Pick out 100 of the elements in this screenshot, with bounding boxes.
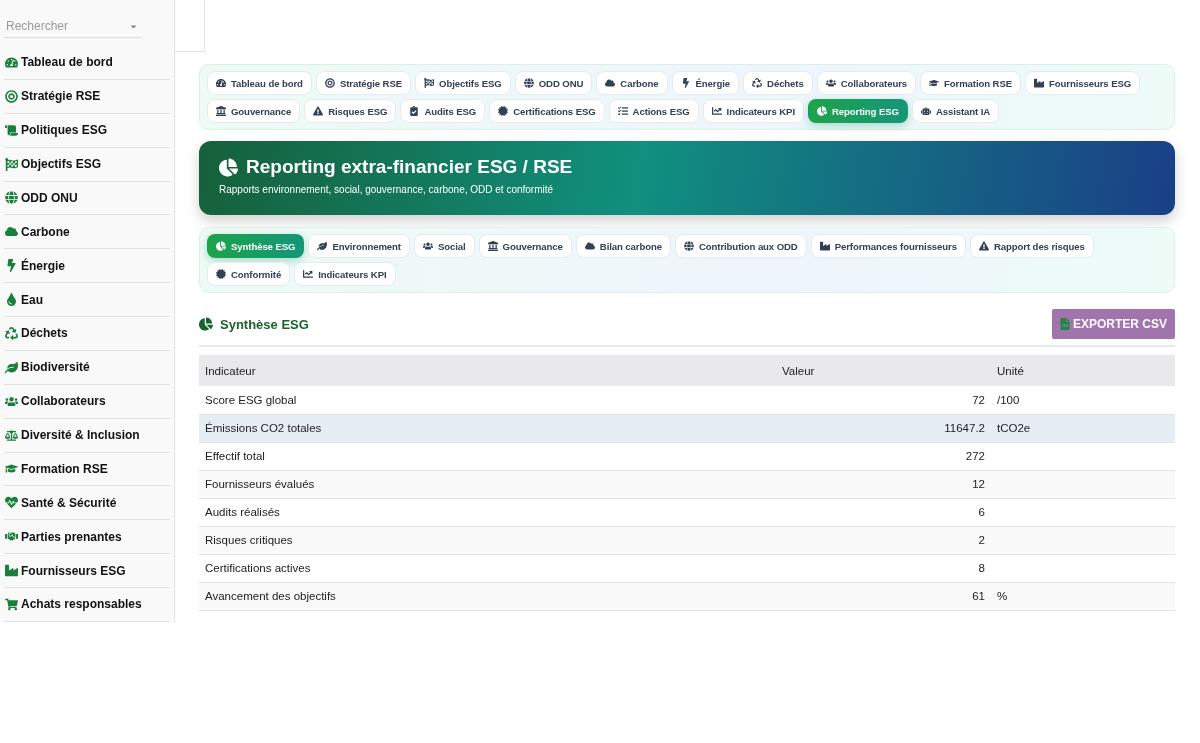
recycle-icon xyxy=(752,78,763,88)
globe-icon xyxy=(683,241,694,251)
table-cell: 12 xyxy=(776,470,991,498)
tab[interactable]: Environnement xyxy=(308,234,410,258)
tab[interactable]: Bilan carbone xyxy=(575,234,671,258)
sidebar-item[interactable]: Biodiversité xyxy=(4,350,170,385)
tab[interactable]: Assistant IA xyxy=(911,99,1000,123)
tab[interactable]: Risques ESG xyxy=(304,99,397,123)
table-cell: 61 xyxy=(776,582,991,610)
section-title: Synthèse ESG xyxy=(220,316,309,332)
sidebar-item[interactable]: Formation RSE xyxy=(4,452,170,487)
tab[interactable]: Tableau de bord xyxy=(207,71,312,95)
caret-icon xyxy=(129,22,138,31)
gauge-icon xyxy=(216,78,226,88)
sidebar-item[interactable]: Collaborateurs xyxy=(4,384,170,419)
badge-icon xyxy=(216,269,226,279)
gauge-icon xyxy=(5,55,18,69)
tab[interactable]: ODD ONU xyxy=(514,71,593,95)
tab[interactable]: Indicateurs KPI xyxy=(702,99,804,123)
leaf-icon xyxy=(5,360,18,374)
factory-icon xyxy=(5,564,18,578)
tab[interactable]: Synthèse ESG xyxy=(207,234,305,258)
cart-icon xyxy=(5,597,18,611)
sidebar-item[interactable]: Carbone xyxy=(4,215,170,250)
factory-icon xyxy=(1034,78,1044,88)
tab[interactable]: Collaborateurs xyxy=(816,71,916,95)
pie-chart-icon xyxy=(816,106,827,116)
table-cell: Audits réalisés xyxy=(199,498,776,526)
tab[interactable]: Carbone xyxy=(596,71,668,95)
globe-icon xyxy=(5,191,18,205)
recycle-icon xyxy=(5,326,18,340)
search-field[interactable]: Rechercher xyxy=(4,14,142,38)
export-button[interactable]: EXPORTER CSV xyxy=(1051,309,1175,339)
column-header: Valeur xyxy=(776,355,991,386)
warning-icon xyxy=(313,106,324,116)
table-cell: 72 xyxy=(776,386,991,414)
tab[interactable]: Stratégie RSE xyxy=(315,71,412,95)
tab[interactable]: Actions ESG xyxy=(608,99,699,123)
hero-title: Reporting extra-financier ESG / RSE xyxy=(246,156,573,178)
target-icon xyxy=(324,78,335,88)
tab[interactable]: Énergie xyxy=(671,71,740,95)
sidebar-item[interactable]: Fournisseurs ESG xyxy=(4,554,170,588)
bank-icon xyxy=(216,106,226,116)
sidebar-item[interactable]: ODD ONU xyxy=(4,181,170,216)
tab[interactable]: Reporting ESG xyxy=(807,99,908,123)
list-icon xyxy=(617,106,628,116)
clipboard-icon xyxy=(409,106,420,116)
bolt-icon xyxy=(5,259,18,273)
sidebar-item[interactable]: Énergie xyxy=(4,249,170,284)
cloud-icon xyxy=(605,78,616,88)
table-cell: Certifications actives xyxy=(199,554,776,582)
pie-chart-icon xyxy=(199,317,213,331)
tab[interactable]: Rapport des risques xyxy=(970,234,1094,258)
table-cell: Émissions CO2 totales xyxy=(199,414,776,442)
table-cell: Risques critiques xyxy=(199,526,776,554)
flag-icon xyxy=(424,78,435,88)
sidebar-item[interactable]: Déchets xyxy=(4,317,170,351)
tab[interactable]: Audits ESG xyxy=(400,99,486,123)
users-icon xyxy=(422,241,433,251)
table-cell: Fournisseurs évalués xyxy=(199,470,776,498)
table-cell: tCO2e xyxy=(991,414,1175,442)
flag-icon xyxy=(5,157,18,171)
sidebar-item[interactable]: Tableau de bord xyxy=(4,46,170,80)
target-icon xyxy=(5,89,18,103)
csv-file-icon xyxy=(1059,318,1070,330)
tab[interactable]: Certifications ESG xyxy=(489,99,605,123)
tab[interactable]: Indicateurs KPI xyxy=(294,262,396,286)
tab[interactable]: Social xyxy=(413,234,475,258)
sidebar-item[interactable]: Eau xyxy=(4,283,170,317)
table-cell: 272 xyxy=(776,442,991,470)
table-cell: 2 xyxy=(776,526,991,554)
pie-chart-icon xyxy=(216,241,226,251)
table-cell: Effectif total xyxy=(199,442,776,470)
tab[interactable]: Performances fournisseurs xyxy=(810,234,966,258)
sidebar-item[interactable]: Santé & Sécurité xyxy=(4,486,170,521)
tab[interactable]: Gouvernance xyxy=(207,99,301,123)
tab[interactable]: Conformité xyxy=(207,262,291,286)
sidebar-item[interactable]: Achats responsables xyxy=(4,588,170,622)
tab[interactable]: Contribution aux ODD xyxy=(674,234,807,258)
column-header: Indicateur xyxy=(199,355,776,386)
users-icon xyxy=(825,78,836,88)
drop-icon xyxy=(5,293,18,307)
line-chart-icon xyxy=(711,106,722,116)
bolt-icon xyxy=(680,78,691,88)
table-cell: 8 xyxy=(776,554,991,582)
tab[interactable]: Déchets xyxy=(743,71,813,95)
users-icon xyxy=(5,394,18,408)
sidebar-item[interactable]: Parties prenantes xyxy=(4,520,170,555)
column-header: Unité xyxy=(991,355,1175,386)
sidebar-item[interactable]: Politiques ESG xyxy=(4,113,170,148)
sidebar-item[interactable]: Stratégie RSE xyxy=(4,79,170,114)
tab[interactable]: Objectifs ESG xyxy=(415,71,511,95)
tab[interactable]: Fournisseurs ESG xyxy=(1025,71,1141,95)
line-chart-icon xyxy=(303,269,314,279)
sidebar-item[interactable]: Diversité & Inclusion xyxy=(4,418,170,453)
robot-icon xyxy=(920,106,931,116)
tab[interactable]: Gouvernance xyxy=(478,234,572,258)
sidebar-item[interactable]: Objectifs ESG xyxy=(4,147,170,182)
factory-icon xyxy=(819,241,830,251)
tab[interactable]: Formation RSE xyxy=(920,71,1021,95)
